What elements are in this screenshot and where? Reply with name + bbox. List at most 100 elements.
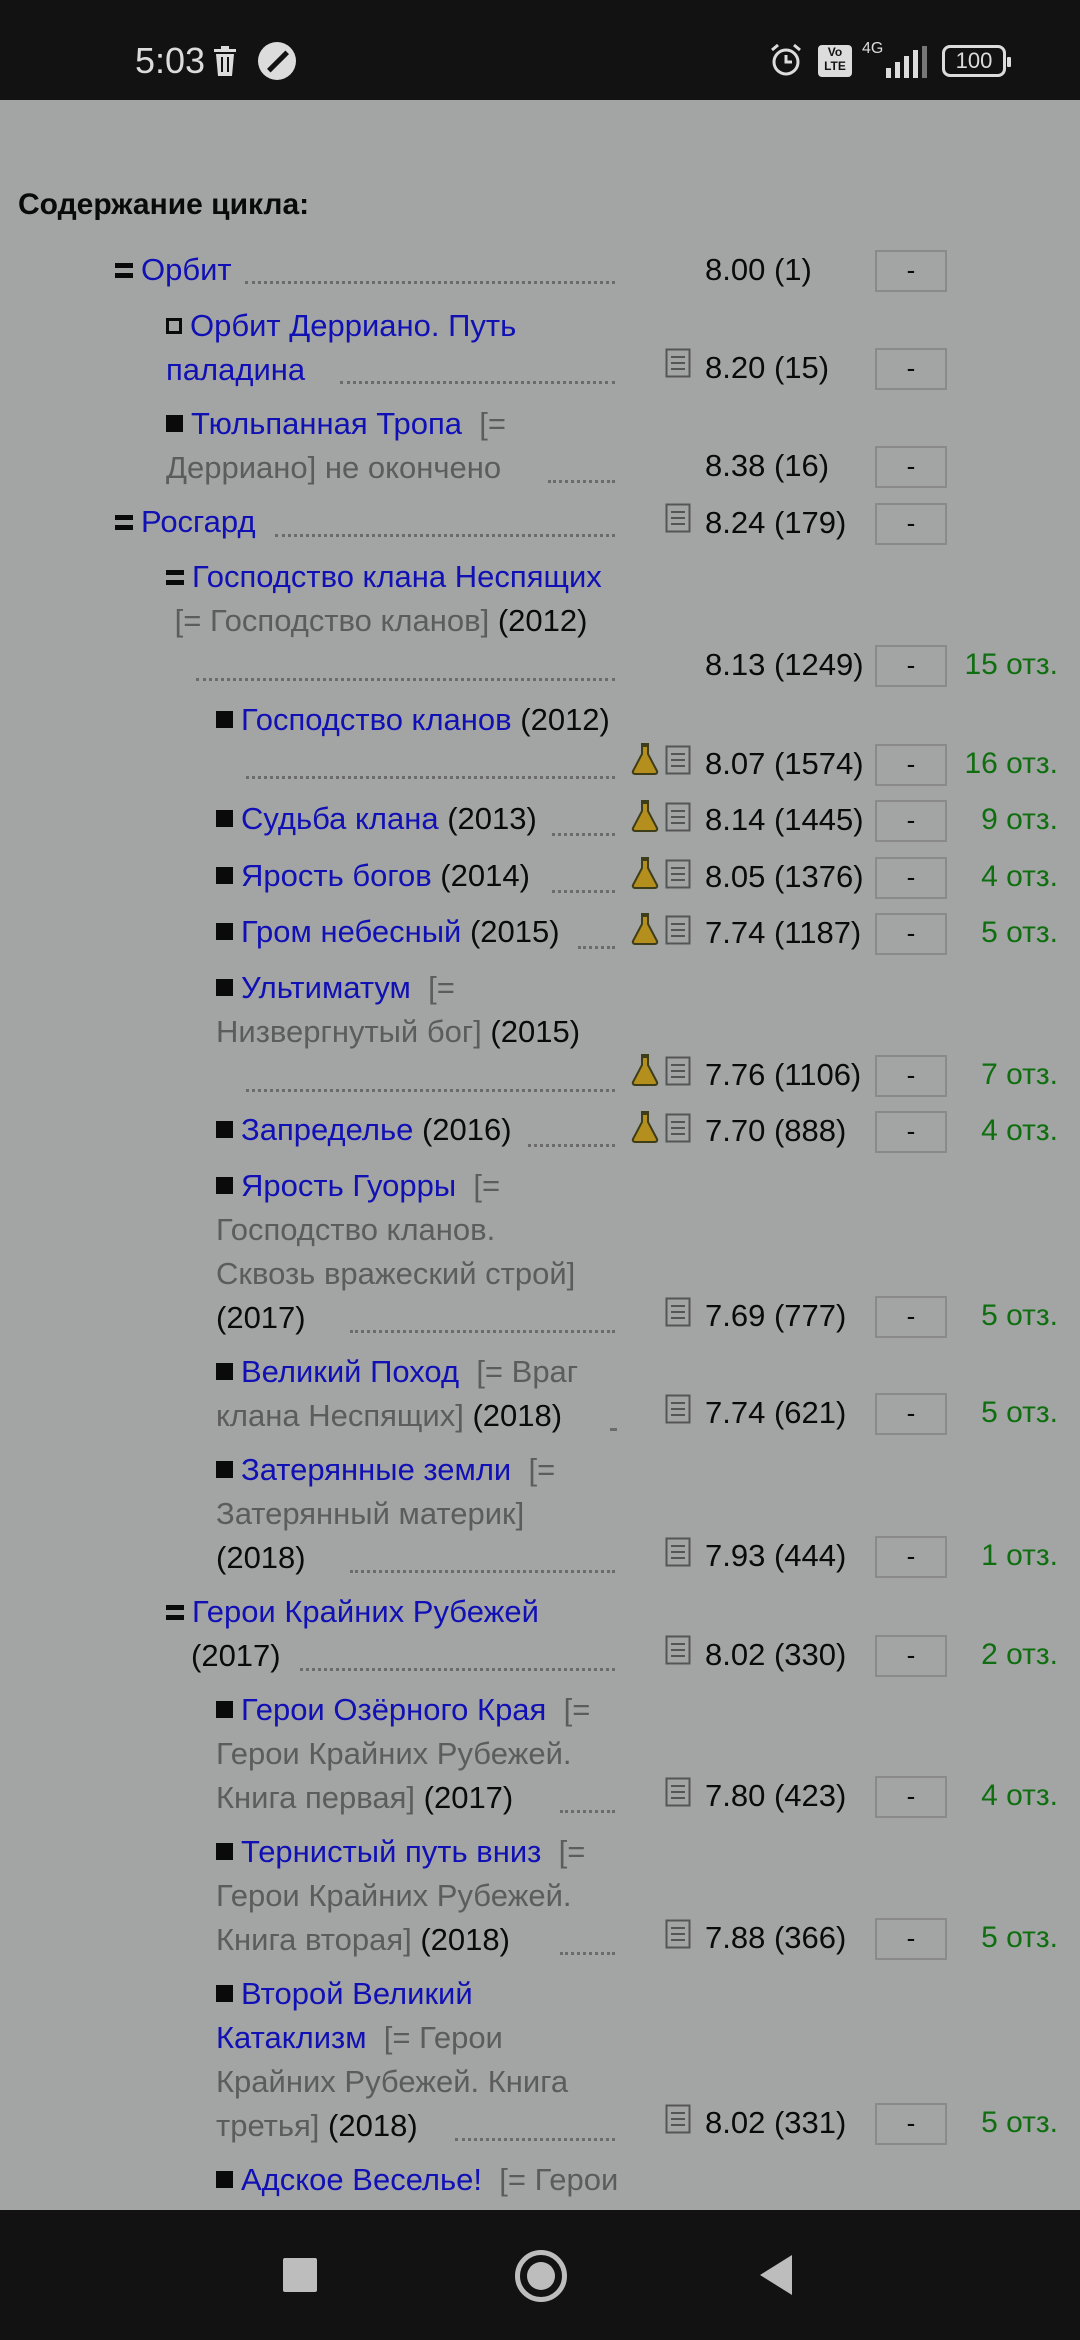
reviews-link[interactable]: 4 отз. (981, 1114, 1058, 1148)
rate-button[interactable]: - (875, 1536, 947, 1578)
rate-button[interactable]: - (875, 1296, 947, 1338)
description-icon[interactable] (665, 1537, 691, 1567)
reviews-link[interactable]: 1 отз. (981, 1539, 1058, 1573)
rate-button[interactable]: - (875, 744, 947, 786)
description-icon[interactable] (665, 1297, 691, 1327)
work-link[interactable]: Герои Озёрного Края (241, 1692, 546, 1727)
rate-button[interactable]: - (875, 1055, 947, 1097)
list-item: Росгард (115, 500, 256, 544)
work-link[interactable]: Ультиматум (241, 970, 411, 1005)
work-link[interactable]: Запределье (241, 1112, 413, 1147)
reviews-link[interactable]: 9 отз. (981, 803, 1058, 837)
description-icon[interactable] (665, 1777, 691, 1807)
rate-button[interactable]: - (875, 1635, 947, 1677)
description-icon[interactable] (665, 1635, 691, 1665)
work-link[interactable]: Затерянные земли (241, 1452, 511, 1487)
description-icon[interactable] (665, 1113, 691, 1143)
rating: 7.70 (888) (705, 1113, 847, 1148)
description-icon[interactable] (665, 745, 691, 775)
alt-title-continued: Герои Крайних Рубежей. (216, 1878, 572, 1913)
collapse-icon[interactable] (166, 1605, 184, 1620)
year: (2012) (497, 603, 588, 638)
reviews-link[interactable]: 2 отз. (981, 1638, 1058, 1672)
list-item: Судьба клана (2013) (216, 797, 537, 841)
work-link-continued[interactable]: Катаклизм (216, 2020, 367, 2055)
bullet-icon (216, 2171, 233, 2188)
work-link[interactable]: Судьба клана (241, 801, 439, 836)
reviews-link[interactable]: 5 отз. (981, 1921, 1058, 1955)
flask-icon[interactable] (630, 743, 660, 775)
collapse-icon[interactable] (115, 515, 133, 530)
flask-icon[interactable] (630, 800, 660, 832)
rate-button[interactable]: - (875, 503, 947, 545)
work-link[interactable]: Герои Крайних Рубежей (192, 1594, 539, 1629)
recents-icon[interactable] (283, 2258, 317, 2292)
rate-button[interactable]: - (875, 1918, 947, 1960)
reviews-link[interactable]: 4 отз. (981, 860, 1058, 894)
year: (2013) (447, 801, 537, 836)
flask-icon[interactable] (630, 913, 660, 945)
rate-button[interactable]: - (875, 1776, 947, 1818)
year: (2017) (216, 1300, 306, 1335)
rate-button[interactable]: - (875, 645, 947, 687)
rate-button[interactable]: - (875, 1111, 947, 1153)
collapse-icon[interactable] (166, 570, 184, 585)
reviews-link[interactable]: 5 отз. (981, 916, 1058, 950)
description-icon[interactable] (665, 348, 691, 378)
description-icon[interactable] (665, 1919, 691, 1949)
work-link[interactable]: Орбит (141, 252, 232, 287)
year: (2018) (472, 1398, 563, 1433)
list-item: Ярость Гуорры [= Господство кланов. Скво… (216, 1164, 575, 1340)
bullet-icon (216, 1985, 233, 2002)
work-link[interactable]: Господство клана Неспящих (192, 559, 602, 594)
description-icon[interactable] (665, 859, 691, 889)
alt-title: [= (558, 1834, 586, 1869)
home-icon[interactable] (515, 2250, 567, 2302)
work-link[interactable]: Адское Веселье! (241, 2162, 482, 2197)
reviews-link[interactable]: 7 отз. (981, 1058, 1058, 1092)
work-link[interactable]: Росгард (141, 504, 256, 539)
work-link[interactable]: Гром небесный (241, 914, 461, 949)
work-link[interactable]: Ярость богов (241, 858, 432, 893)
description-icon[interactable] (665, 1056, 691, 1086)
rate-button[interactable]: - (875, 913, 947, 955)
work-link[interactable]: Тернистый путь вниз (241, 1834, 541, 1869)
rate-button[interactable]: - (875, 2103, 947, 2145)
reviews-link[interactable]: 15 отз. (964, 648, 1058, 682)
flask-icon[interactable] (630, 857, 660, 889)
work-link[interactable]: Великий Поход (241, 1354, 459, 1389)
rate-button[interactable]: - (875, 348, 947, 390)
description-icon[interactable] (665, 2104, 691, 2134)
description-icon[interactable] (665, 802, 691, 832)
back-icon[interactable] (760, 2255, 792, 2295)
flask-icon[interactable] (630, 1111, 660, 1143)
reviews-link[interactable]: 5 отз. (981, 2106, 1058, 2140)
work-link[interactable]: Господство кланов (241, 702, 512, 737)
rate-button[interactable]: - (875, 1393, 947, 1435)
bullet-icon (216, 1121, 233, 1138)
reviews-link[interactable]: 4 отз. (981, 1779, 1058, 1813)
rate-button[interactable]: - (875, 250, 947, 292)
reviews-link[interactable]: 5 отз. (981, 1299, 1058, 1333)
work-link[interactable]: Орбит Дерриано. Путь (190, 308, 516, 343)
reviews-link[interactable]: 5 отз. (981, 1396, 1058, 1430)
alt-title: [= Враг (476, 1354, 579, 1389)
rating: 7.80 (423) (705, 1778, 847, 1813)
rate-button[interactable]: - (875, 857, 947, 899)
description-icon[interactable] (665, 1394, 691, 1424)
flask-icon[interactable] (630, 1054, 660, 1086)
work-link[interactable]: Тюльпанная Тропа (191, 406, 462, 441)
navigation-bar (0, 2210, 1080, 2340)
work-link-continued[interactable]: паладина (166, 352, 305, 387)
work-link[interactable]: Второй Великий (241, 1976, 473, 2011)
collapse-icon[interactable] (115, 263, 133, 278)
alarm-icon (768, 42, 804, 78)
reviews-link[interactable]: 16 отз. (964, 747, 1058, 781)
year: (2017) (423, 1780, 514, 1815)
description-icon[interactable] (665, 915, 691, 945)
rate-button[interactable]: - (875, 446, 947, 488)
rate-button[interactable]: - (875, 800, 947, 842)
work-link[interactable]: Ярость Гуорры (241, 1168, 456, 1203)
description-icon[interactable] (665, 503, 691, 533)
alt-title: [= (473, 1168, 501, 1203)
